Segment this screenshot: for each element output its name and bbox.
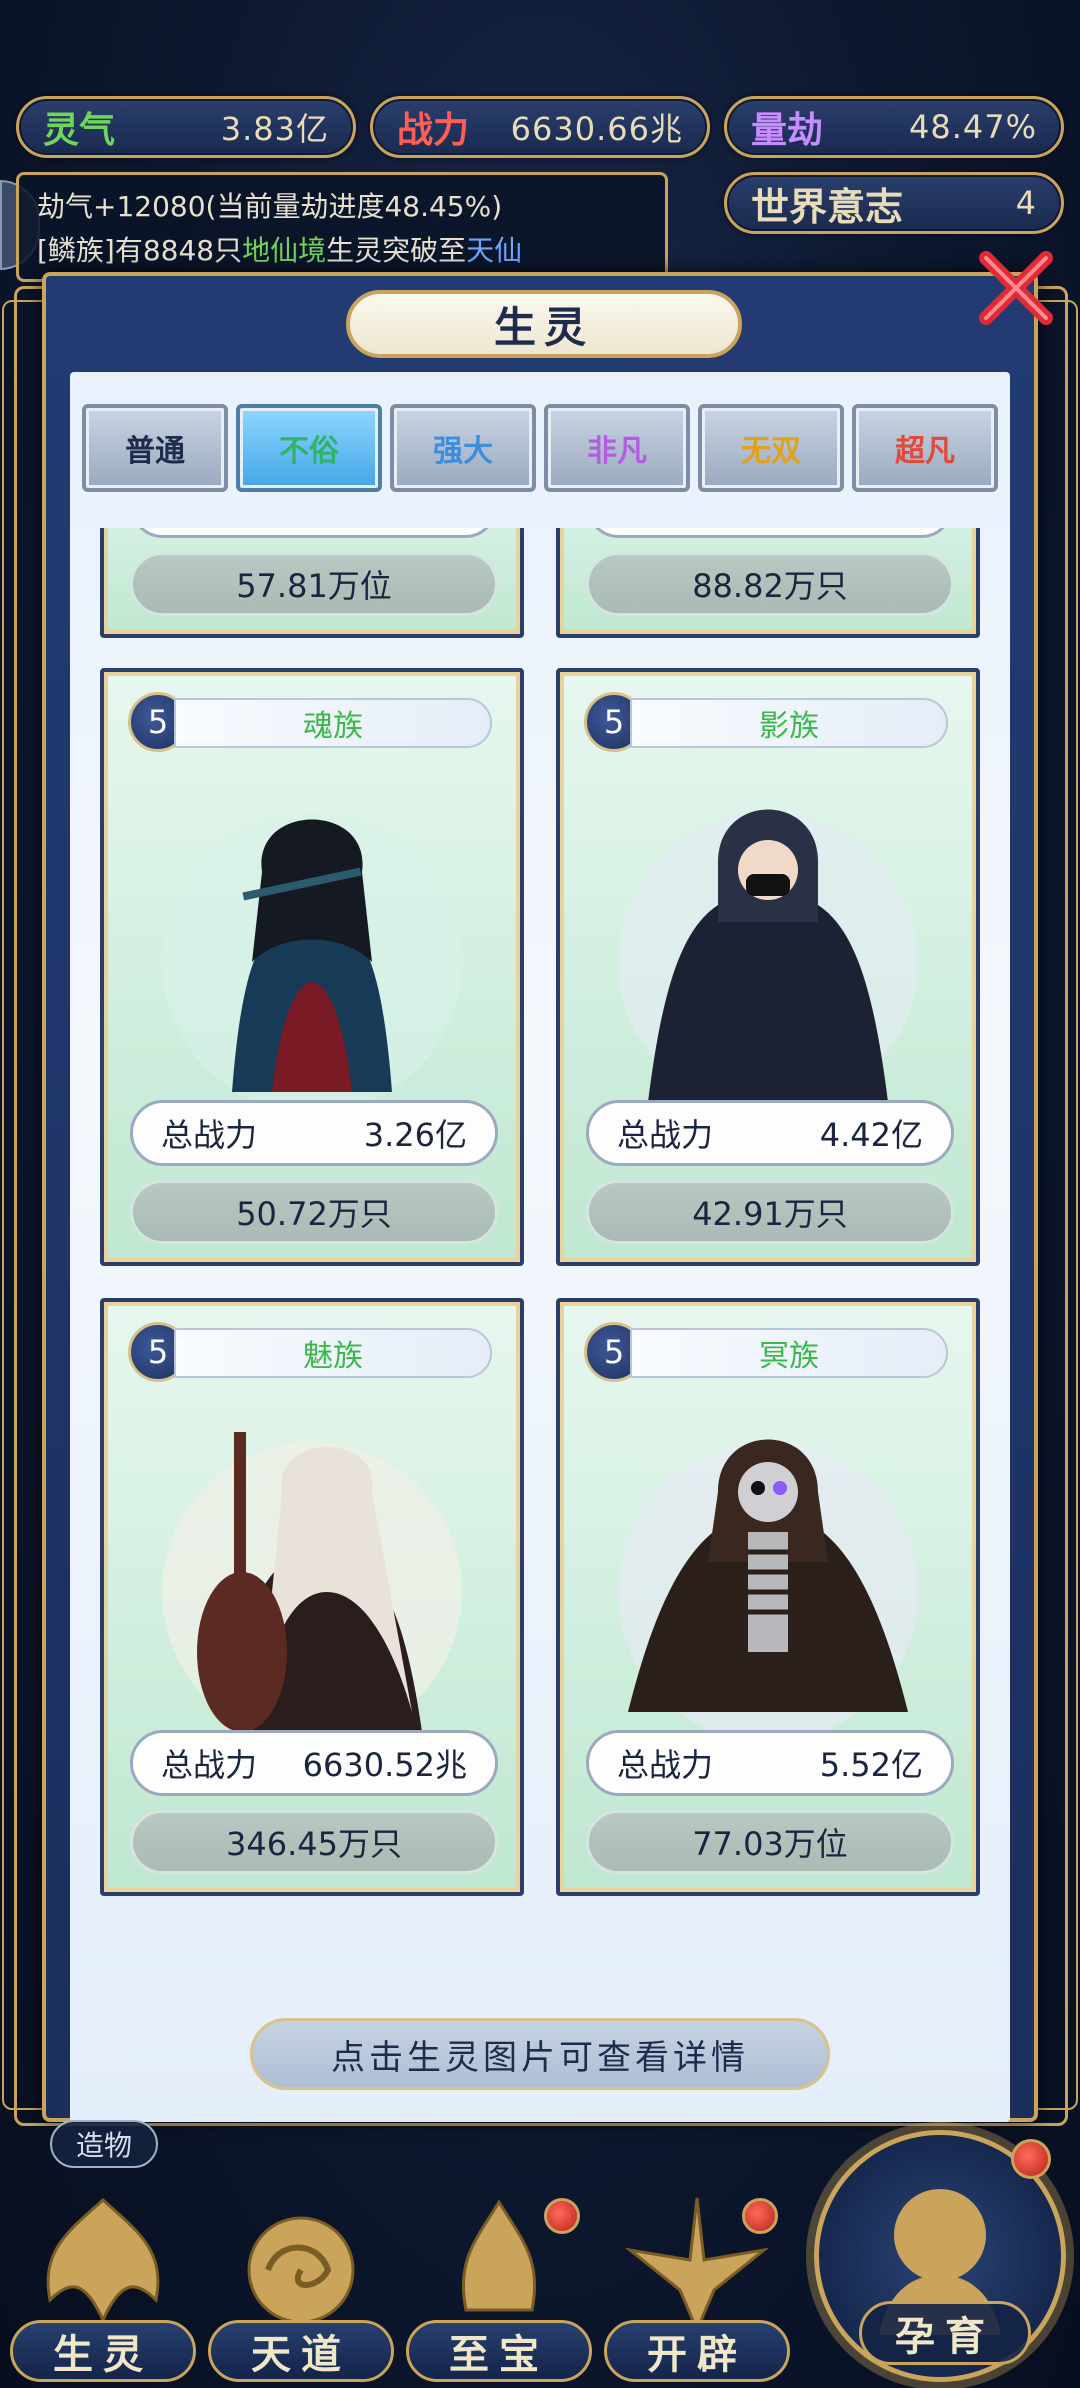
creature-card[interactable]: 总战力4.54亿 88.82万只 bbox=[556, 528, 980, 638]
creature-grid: 总战力3.73亿57.81万位总战力4.54亿88.82万只5魂族总战力3.26… bbox=[100, 528, 980, 1988]
tab-rarity-0[interactable]: 普通 bbox=[82, 404, 228, 492]
race-label: 冥族 bbox=[630, 1328, 948, 1378]
hooded-shadow-portrait bbox=[618, 809, 918, 1112]
total-power-value: 5.52亿 bbox=[819, 1746, 923, 1784]
news-line-1: 劫气+12080(当前量劫进度48.45%) bbox=[37, 190, 503, 223]
nav-shengling-label: 生灵 bbox=[10, 2320, 196, 2382]
hint-text: 点击生灵图片可查看详情 bbox=[250, 2018, 830, 2090]
lingqi-label: 灵气 bbox=[43, 110, 116, 151]
race-label: 魅族 bbox=[174, 1328, 492, 1378]
total-power-label: 总战力 bbox=[617, 1116, 714, 1154]
population-count: 42.91万只 bbox=[586, 1180, 954, 1244]
nav-kaipi-label: 开辟 bbox=[604, 2320, 790, 2382]
liangjie-stat[interactable]: 量劫 48.47% bbox=[724, 96, 1064, 158]
cloud-swirl-icon bbox=[247, 2216, 355, 2324]
total-power: 总战力4.54亿 bbox=[586, 528, 954, 538]
total-power-value: 6630.52兆 bbox=[302, 1746, 467, 1784]
lingqi-value: 3.83亿 bbox=[220, 110, 329, 148]
total-power: 总战力 5.52亿 bbox=[586, 1730, 954, 1796]
nav-zhibao-label: 至宝 bbox=[406, 2320, 592, 2382]
creature-card[interactable]: 5 魂族 总战力 3.26亿 50.72万只 bbox=[100, 668, 524, 1266]
creation-label[interactable]: 造物 bbox=[50, 2120, 158, 2168]
nav-tiandao-label: 天道 bbox=[208, 2320, 394, 2382]
close-icon bbox=[979, 251, 1053, 325]
news-realm: 地仙境 bbox=[242, 234, 327, 267]
notification-badge bbox=[1011, 2139, 1051, 2179]
world-will-label: 世界意志 bbox=[751, 184, 904, 229]
total-power-value: 4.42亿 bbox=[819, 1116, 923, 1154]
liangjie-value: 48.47% bbox=[908, 108, 1037, 146]
race-label: 影族 bbox=[630, 698, 948, 748]
skeleton-reaper-portrait bbox=[618, 1439, 918, 1742]
creature-card[interactable]: 5 魅族 总战力 6630.52兆 346.45万只 bbox=[100, 1298, 524, 1896]
creature-portrait[interactable] bbox=[122, 1392, 502, 1742]
news-target: 天仙 bbox=[466, 234, 523, 267]
nav-shengling-button[interactable]: 生灵 bbox=[10, 2190, 196, 2388]
creature-portrait[interactable] bbox=[578, 762, 958, 1112]
nurture-button[interactable]: 孕育 bbox=[814, 2130, 1066, 2382]
nurture-label: 孕育 bbox=[859, 2301, 1031, 2365]
modal-title: 生灵 bbox=[346, 290, 742, 358]
total-power: 总战力 3.26亿 bbox=[130, 1100, 498, 1166]
lingqi-stat: 灵气 3.83亿 bbox=[16, 96, 356, 158]
close-button[interactable] bbox=[966, 240, 1064, 338]
population-count: 346.45万只 bbox=[130, 1810, 498, 1874]
notification-badge bbox=[742, 2198, 778, 2234]
nav-tiandao-button[interactable]: 天道 bbox=[208, 2190, 394, 2388]
tab-rarity-5[interactable]: 超凡 bbox=[852, 404, 998, 492]
liangjie-label: 量劫 bbox=[751, 110, 824, 151]
total-power-label: 总战力 bbox=[617, 1746, 714, 1784]
zhanli-label: 战力 bbox=[397, 110, 470, 151]
news-ticker: 劫气+12080(当前量劫进度48.45%) [鳞族]有8848只地仙境生灵突破… bbox=[16, 172, 668, 282]
news-line-2: [鳞族]有8848只地仙境生灵突破至天仙 bbox=[37, 229, 647, 273]
tab-rarity-4[interactable]: 无双 bbox=[698, 404, 844, 492]
race-label: 魂族 bbox=[174, 698, 492, 748]
nav-kaipi-button[interactable]: 开辟 bbox=[604, 2190, 790, 2388]
population-count: 77.03万位 bbox=[586, 1810, 954, 1874]
news-line-2-prefix: [鳞族]有8848只 bbox=[37, 234, 243, 267]
zhanli-stat: 战力 6630.66兆 bbox=[370, 96, 710, 158]
creature-card[interactable]: 5 冥族 总战力 5.52亿 77.03万位 bbox=[556, 1298, 980, 1896]
population-count: 57.81万位 bbox=[130, 552, 498, 616]
population-count: 88.82万只 bbox=[586, 552, 954, 616]
population-count: 50.72万只 bbox=[130, 1180, 498, 1244]
tab-rarity-3[interactable]: 非凡 bbox=[544, 404, 690, 492]
world-will-value: 4 bbox=[1015, 184, 1037, 222]
flute-maiden-portrait bbox=[162, 812, 462, 1112]
pipa-lady-portrait bbox=[162, 1432, 462, 1742]
total-power: 总战力 4.42亿 bbox=[586, 1100, 954, 1166]
notification-badge bbox=[544, 2198, 580, 2234]
phoenix-icon bbox=[46, 2197, 160, 2324]
total-power-value: 3.26亿 bbox=[363, 1116, 467, 1154]
creature-card[interactable]: 总战力3.73亿 57.81万位 bbox=[100, 528, 524, 638]
nav-zhibao-button[interactable]: 至宝 bbox=[406, 2190, 592, 2388]
news-line-2-middle: 生灵突破至 bbox=[326, 234, 467, 267]
world-will-stat[interactable]: 世界意志 4 bbox=[724, 172, 1064, 234]
tab-rarity-2[interactable]: 强大 bbox=[390, 404, 536, 492]
total-power: 总战力 6630.52兆 bbox=[130, 1730, 498, 1796]
tab-rarity-1[interactable]: 不俗 bbox=[236, 404, 382, 492]
creature-portrait[interactable] bbox=[578, 1392, 958, 1742]
creature-card[interactable]: 5 影族 总战力 4.42亿 42.91万只 bbox=[556, 668, 980, 1266]
creature-portrait[interactable] bbox=[122, 762, 502, 1112]
total-power: 总战力3.73亿 bbox=[130, 528, 498, 538]
total-power-label: 总战力 bbox=[161, 1746, 258, 1784]
total-power-label: 总战力 bbox=[161, 1116, 258, 1154]
zhanli-value: 6630.66兆 bbox=[510, 110, 683, 148]
rarity-tabs: 普通 不俗 强大 非凡 无双 超凡 bbox=[82, 404, 1000, 496]
